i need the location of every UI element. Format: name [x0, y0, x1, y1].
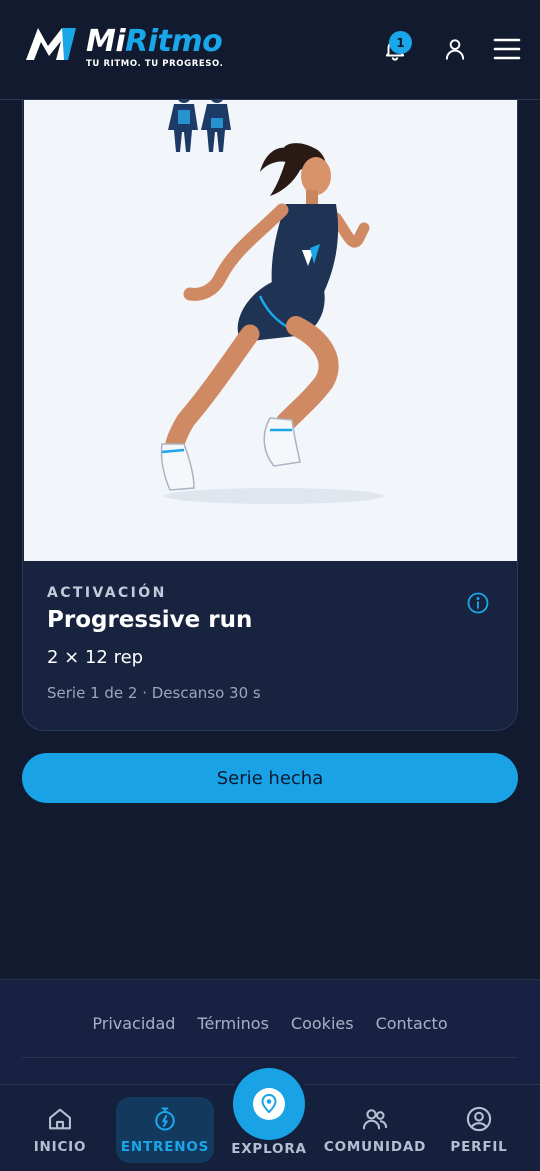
- explora-button[interactable]: [233, 1068, 305, 1140]
- footer-link-terminos[interactable]: Términos: [197, 1014, 269, 1033]
- nav-label-comunidad: COMUNIDAD: [323, 1139, 427, 1155]
- stopwatch-icon: [155, 1107, 175, 1131]
- nav-item-comunidad[interactable]: COMUNIDAD: [323, 1097, 427, 1163]
- logo-m-icon: [26, 28, 76, 60]
- footer-links: Privacidad Términos Cookies Contacto: [0, 1014, 540, 1033]
- nav-label-perfil: PERFIL: [450, 1139, 508, 1155]
- nav-item-entrenos[interactable]: ENTRENOS: [116, 1097, 214, 1163]
- users-icon: [362, 1109, 388, 1130]
- profile-icon: [466, 1106, 492, 1132]
- runner-illustration: [160, 100, 384, 504]
- home-icon: [49, 1108, 71, 1130]
- exercise-section-label: ACTIVACIÓN: [47, 585, 167, 601]
- nav-item-perfil[interactable]: PERFIL: [431, 1097, 527, 1163]
- footer-divider: [22, 1057, 518, 1058]
- menu-icon[interactable]: [492, 34, 522, 64]
- nav-label-explora[interactable]: EXPLORA: [219, 1141, 319, 1157]
- nav-item-inicio[interactable]: INICIO: [12, 1097, 108, 1163]
- exercise-card: ACTIVACIÓN Progressive run 2 × 12 rep Se…: [22, 100, 518, 731]
- app-header: MiRitmo TU RITMO. TU PROGRESO. 1: [0, 0, 540, 100]
- footer-link-cookies[interactable]: Cookies: [291, 1014, 354, 1033]
- serie-hecha-button[interactable]: Serie hecha: [22, 753, 518, 803]
- info-icon[interactable]: [466, 591, 490, 615]
- nav-label-inicio: INICIO: [33, 1139, 87, 1155]
- exercise-name: Progressive run: [47, 607, 253, 633]
- serie-info: Serie 1 de 2 · Descanso 30 s: [47, 684, 261, 702]
- brand-logo[interactable]: MiRitmo TU RITMO. TU PROGRESO.: [24, 24, 223, 69]
- notification-badge[interactable]: 1: [389, 31, 412, 54]
- brand-tagline: TU RITMO. TU PROGRESO.: [86, 59, 224, 69]
- exercise-illustration: [24, 100, 517, 561]
- location-pin-icon: [253, 1088, 285, 1120]
- footer-link-contacto[interactable]: Contacto: [376, 1014, 448, 1033]
- muscle-map-icon: [168, 100, 231, 152]
- brand-name: MiRitmo: [86, 24, 223, 59]
- nav-label-entrenos: ENTRENOS: [120, 1139, 210, 1155]
- sets-reps: 2 × 12 rep: [47, 647, 144, 668]
- user-icon[interactable]: [442, 36, 468, 62]
- footer-link-privacidad[interactable]: Privacidad: [92, 1014, 175, 1033]
